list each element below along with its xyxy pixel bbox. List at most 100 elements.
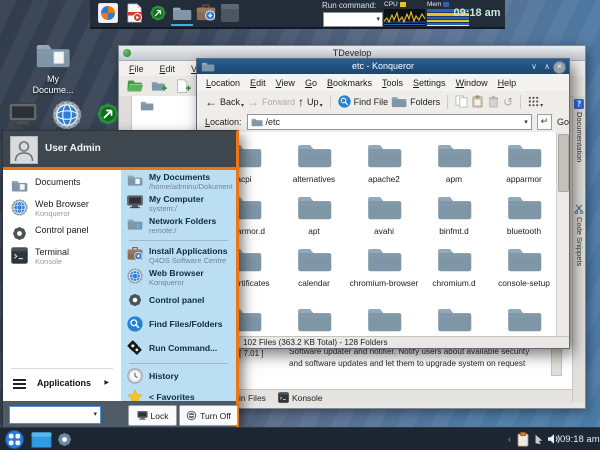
- document-viewer-launcher-icon[interactable]: [124, 3, 144, 23]
- menu-tools[interactable]: Tools: [382, 78, 403, 88]
- folder-item[interactable]: [419, 304, 489, 336]
- up-label[interactable]: Up: [307, 97, 319, 107]
- folder-item[interactable]: [489, 304, 559, 336]
- menu-item-network-folders[interactable]: Network Folders remote:/: [121, 216, 236, 238]
- tray-expand-icon[interactable]: ‹: [508, 428, 511, 450]
- tab-code-snippets[interactable]: Code Snippets: [575, 217, 584, 266]
- output-scrollbar[interactable]: [551, 347, 562, 376]
- up-dropdown-icon[interactable]: ▾: [320, 102, 323, 109]
- folder-icon[interactable]: [140, 100, 154, 111]
- menu-item-run-command[interactable]: Run Command...: [121, 340, 236, 360]
- go-label[interactable]: Go: [557, 117, 569, 127]
- cpu-monitor-applet[interactable]: CPU: [384, 1, 425, 26]
- konqueror-titlebar[interactable]: etc - Konqueror ∨ ∧ ×: [197, 59, 569, 74]
- menu-item-my-computer[interactable]: My Computer system:/: [121, 194, 236, 216]
- tab-konsole[interactable]: Konsole: [292, 393, 323, 403]
- back-dropdown-icon[interactable]: ▾: [241, 102, 244, 109]
- new-file-icon[interactable]: [175, 79, 192, 94]
- back-icon[interactable]: ←: [205, 96, 217, 108]
- file-manager-launcher-icon[interactable]: [172, 3, 192, 23]
- menu-item-web-browser[interactable]: Web Browser Konqueror: [3, 198, 121, 220]
- folder-item[interactable]: [349, 304, 419, 336]
- desktop-icon-my-documents[interactable]: My Docume...: [22, 40, 84, 96]
- find-file-label[interactable]: Find File: [354, 97, 389, 107]
- menu-item-control-panel[interactable]: Control panel: [121, 292, 236, 312]
- menu-item-control-panel[interactable]: Control panel: [3, 224, 121, 246]
- folder-item[interactable]: [279, 304, 349, 336]
- tray-clipboard-icon[interactable]: [517, 432, 529, 447]
- menu-window[interactable]: Window: [456, 78, 488, 88]
- menu-file[interactable]: File: [129, 64, 144, 74]
- folders-icon[interactable]: [391, 95, 407, 108]
- open-project-icon[interactable]: [127, 79, 144, 93]
- trash-icon[interactable]: [487, 95, 500, 108]
- menu-edit[interactable]: Edit: [160, 64, 176, 74]
- find-file-icon[interactable]: [338, 95, 351, 108]
- desktop-icon-computer[interactable]: [8, 102, 38, 128]
- turn-off-button[interactable]: Turn Off: [179, 405, 238, 426]
- lock-button[interactable]: Lock: [128, 405, 177, 426]
- location-input[interactable]: /etc ▾: [247, 114, 532, 130]
- paste-icon[interactable]: [471, 95, 484, 108]
- up-icon[interactable]: ↑: [298, 96, 304, 108]
- clear-location-button[interactable]: ↵: [537, 114, 552, 130]
- menu-item-terminal[interactable]: Terminal Konsole: [3, 246, 121, 268]
- folder-item[interactable]: apm: [419, 140, 489, 185]
- back-label[interactable]: Back: [220, 97, 240, 107]
- software-centre-launcher-icon[interactable]: [196, 3, 216, 23]
- icon-view-icon[interactable]: [528, 96, 539, 107]
- menu-location[interactable]: Location: [206, 78, 240, 88]
- folder-item[interactable]: console-setup: [489, 244, 559, 289]
- menu-item-documents[interactable]: Documents: [3, 176, 121, 198]
- folder-item[interactable]: chromium.d: [419, 244, 489, 289]
- start-button[interactable]: [5, 430, 24, 449]
- minimize-button[interactable]: ∨: [531, 59, 537, 74]
- panel-clock[interactable]: 09:18 am: [450, 0, 504, 27]
- software-updater-launcher-icon[interactable]: [148, 3, 168, 23]
- menu-item-applications[interactable]: Applications ▶: [3, 375, 121, 395]
- menu-item-find-files[interactable]: Find Files/Folders: [121, 316, 236, 336]
- taskbar-gear-button[interactable]: [56, 431, 73, 448]
- folder-item[interactable]: chromium-browser: [349, 244, 419, 289]
- close-button[interactable]: ×: [553, 61, 566, 74]
- scrollbar-thumb[interactable]: [558, 134, 569, 192]
- taskbar-clock[interactable]: 09:18 am: [560, 428, 598, 450]
- forward-label[interactable]: Forward: [262, 97, 295, 107]
- terminal-launcher-icon[interactable]: [220, 3, 240, 23]
- tray-volume-icon[interactable]: [547, 433, 561, 445]
- run-command-input[interactable]: ▾: [323, 12, 383, 27]
- folder-item[interactable]: bluetooth: [489, 192, 559, 237]
- undo-icon[interactable]: ↺: [503, 95, 513, 109]
- tab-documentation[interactable]: Documentation: [575, 112, 584, 162]
- menu-item-web-browser[interactable]: Web Browser Konqueror: [121, 268, 236, 290]
- menu-help[interactable]: Help: [498, 78, 517, 88]
- forward-icon[interactable]: →: [247, 96, 259, 108]
- folder-item[interactable]: avahi: [349, 192, 419, 237]
- menu-bookmarks[interactable]: Bookmarks: [327, 78, 372, 88]
- folder-item[interactable]: apache2: [349, 140, 419, 185]
- menu-item-install-applications[interactable]: Install Applications Q4OS Software Centr…: [121, 246, 236, 268]
- menu-item-history[interactable]: History: [121, 368, 236, 388]
- copy-icon[interactable]: [455, 95, 468, 108]
- folder-item[interactable]: binfmt.d: [419, 192, 489, 237]
- menu-go[interactable]: Go: [305, 78, 317, 88]
- new-folder-icon[interactable]: [151, 79, 168, 94]
- taskbar-window-button[interactable]: [31, 432, 52, 448]
- menu-edit[interactable]: Edit: [250, 78, 266, 88]
- desktop-icon-konqueror-gear[interactable]: [52, 100, 82, 130]
- folder-item[interactable]: alternatives: [279, 140, 349, 185]
- menu-search-input[interactable]: ▾: [9, 406, 101, 424]
- tray-klipper-icon[interactable]: [533, 433, 545, 445]
- folder-item[interactable]: apt: [279, 192, 349, 237]
- browser-launcher-icon[interactable]: [98, 3, 118, 23]
- menu-item-my-documents[interactable]: My Documents /home/adminu/Dokument: [121, 172, 236, 194]
- view-dropdown-icon[interactable]: ▾: [540, 102, 543, 109]
- folders-label[interactable]: Folders: [410, 97, 440, 107]
- maximize-button[interactable]: ∧: [544, 59, 550, 74]
- vertical-scrollbar[interactable]: [556, 132, 569, 336]
- menu-view[interactable]: View: [276, 78, 295, 88]
- folder-item[interactable]: calendar: [279, 244, 349, 289]
- tab-find-in-files[interactable]: in Files: [239, 393, 266, 403]
- folder-item[interactable]: apparmor: [489, 140, 559, 185]
- menu-settings[interactable]: Settings: [413, 78, 446, 88]
